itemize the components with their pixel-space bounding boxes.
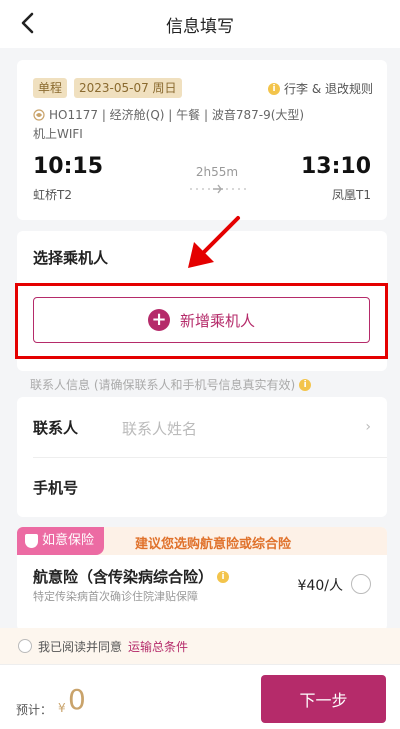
annotation-arrow	[188, 216, 240, 268]
insurance-section: 如意保险 建议您选购航意险或综合险 航意险（含传染病综合险） i 特定传染病首次…	[17, 527, 387, 631]
flight-detail-text: HO1177 | 经济舱(Q) | 午餐 | 波音787-9(大型)	[49, 108, 305, 122]
wifi-info: 机上WIFI	[33, 127, 83, 141]
airline-logo-icon	[33, 108, 45, 121]
contact-hint: 联系人信息 (请确保联系人和手机号信息真实有效) i	[30, 376, 312, 393]
depart-time: 10:15	[33, 154, 104, 179]
flight-duration: 2h55m	[195, 165, 239, 179]
annotation-highlight-box	[15, 283, 388, 359]
info-icon: i	[299, 378, 312, 391]
depart-terminal: 虹桥T2	[33, 188, 72, 202]
contact-name-input[interactable]: 联系人姓名	[122, 418, 197, 439]
flight-info-card: 单程 2023-05-07 周日 i 行李 & 退改规则 HO1177 | 经济…	[17, 60, 387, 220]
contact-phone-row[interactable]: 手机号	[17, 457, 387, 517]
chevron-right-icon: ›	[365, 419, 371, 435]
agreement-checkbox[interactable]	[18, 639, 32, 653]
next-step-button[interactable]: 下一步	[261, 675, 386, 723]
insurance-badge: 如意保险	[17, 527, 105, 555]
phone-label: 手机号	[33, 479, 79, 497]
page-title: 信息填写	[166, 17, 234, 37]
insurance-badge-label: 如意保险	[42, 533, 95, 548]
arrive-time: 13:10	[300, 154, 371, 179]
currency-symbol: ¥	[58, 701, 66, 715]
insurance-item-title: 航意险（含传染病综合险） i	[33, 566, 230, 587]
passenger-section-title: 选择乘机人	[33, 249, 109, 267]
agreement-text: 我已阅读并同意	[38, 639, 123, 654]
bottom-bar: 预计： ¥ 0 下一步	[0, 664, 400, 729]
insurance-item-subtitle: 特定传染病首次确诊住院津贴保障	[33, 590, 198, 603]
contact-name-row[interactable]: 联系人 联系人姓名 ›	[17, 397, 387, 457]
contact-name-label: 联系人	[33, 419, 79, 437]
plane-icon	[190, 184, 246, 194]
insurance-item-title-text: 航意险（含传染病综合险）	[33, 568, 214, 586]
baggage-rules-link[interactable]: i 行李 & 退改规则	[268, 80, 373, 97]
arrive-terminal: 凤凰T1	[332, 188, 371, 202]
shield-icon	[25, 534, 38, 548]
estimate-amount: 0	[68, 683, 86, 716]
contact-hint-text: 联系人信息 (请确保联系人和手机号信息真实有效)	[30, 378, 296, 392]
insurance-select-radio[interactable]	[351, 574, 371, 594]
transport-terms-link[interactable]: 运输总条件	[128, 638, 188, 655]
agreement-bar: 我已阅读并同意 运输总条件	[0, 628, 400, 664]
insurance-tip: 建议您选购航意险或综合险	[135, 537, 292, 552]
flight-detail: HO1177 | 经济舱(Q) | 午餐 | 波音787-9(大型)	[33, 106, 304, 123]
baggage-rules-label: 行李 & 退改规则	[284, 82, 373, 96]
info-icon[interactable]: i	[217, 570, 230, 583]
estimate-label: 预计：	[16, 703, 53, 717]
insurance-item-price: ¥40/人	[297, 578, 343, 594]
info-icon: i	[268, 82, 280, 95]
top-nav-bar: 信息填写	[0, 0, 400, 48]
insurance-header: 如意保险 建议您选购航意险或综合险	[17, 527, 387, 555]
flight-date-badge: 2023-05-07 周日	[74, 78, 182, 98]
contact-section: 联系人 联系人姓名 › 手机号	[17, 397, 387, 517]
trip-type-badge: 单程	[33, 78, 68, 98]
